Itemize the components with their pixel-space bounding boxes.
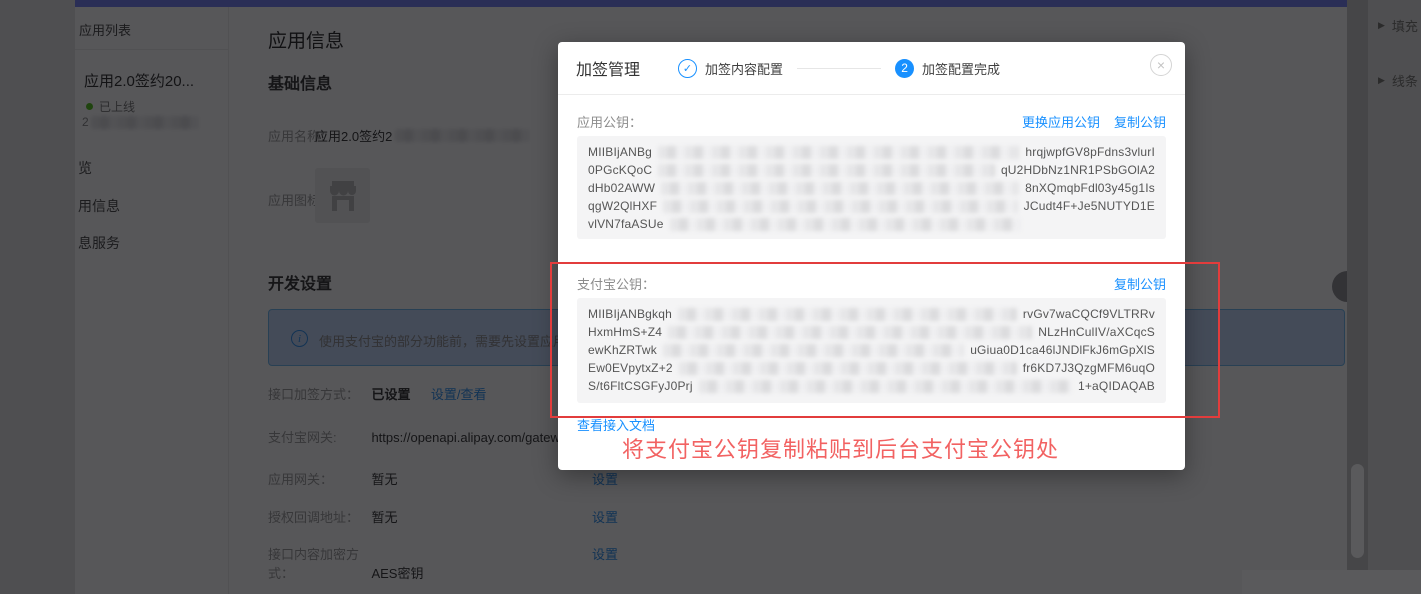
triangle-icon: ▶ bbox=[1378, 20, 1385, 30]
key-line: MIIBIjANBg hrqjwpfGV8pFdns3vlurI bbox=[588, 145, 1155, 159]
panel-section-fill[interactable]: ▶ 填充 bbox=[1378, 16, 1418, 35]
editor-canvas: 应用列表 应用2.0签约20... 已上线 2 览 用信息 息服务 应用信息 基… bbox=[0, 0, 1421, 594]
panel-line-label: 线条 bbox=[1391, 74, 1418, 89]
close-icon[interactable]: × bbox=[1150, 54, 1172, 76]
app-public-key-label: 应用公钥： bbox=[577, 115, 643, 130]
key-line: dHb02AWW 8nXQmqbFdl03y45g1Is bbox=[588, 181, 1155, 195]
red-annotation-text: 将支付宝公钥复制粘贴到后台支付宝公钥处 bbox=[622, 437, 1060, 462]
bottom-right-overlay bbox=[1242, 570, 1421, 594]
step2-label: 加签配置完成 bbox=[922, 61, 1001, 77]
copy-app-key-link[interactable]: 复制公钥 bbox=[1114, 112, 1166, 131]
step-connector bbox=[797, 67, 882, 69]
step-indicator: ✓ 加签内容配置 2 加签配置完成 bbox=[678, 58, 1001, 78]
key-line: 0PGcKQoC qU2HDbNz1NR1PSbGOlA2 bbox=[588, 163, 1155, 177]
triangle-icon: ▶ bbox=[1378, 75, 1385, 85]
key-line: vlVN7faASUe bbox=[588, 215, 1155, 233]
modal-title: 加签管理 bbox=[576, 62, 641, 79]
app-key-actions: 更换应用公钥 复制公钥 bbox=[1022, 112, 1166, 131]
step1-label: 加签内容配置 bbox=[705, 61, 784, 77]
editor-scrollbar[interactable] bbox=[1347, 0, 1368, 594]
blurred-key-segment bbox=[661, 181, 1020, 195]
key-line: qgW2QlHXF JCudt4F+Je5NUTYD1E bbox=[588, 199, 1155, 213]
blurred-key-segment bbox=[669, 217, 1022, 231]
panel-section-line[interactable]: ▶ 线条 bbox=[1378, 71, 1418, 90]
panel-fill-label: 填充 bbox=[1391, 19, 1418, 34]
step-done-check-icon: ✓ bbox=[678, 58, 698, 78]
replace-app-key-link[interactable]: 更换应用公钥 bbox=[1022, 112, 1100, 131]
app-public-key-box: MIIBIjANBg hrqjwpfGV8pFdns3vlurI 0PGcKQoC… bbox=[577, 136, 1166, 239]
blurred-key-segment bbox=[658, 145, 1020, 159]
blurred-key-segment bbox=[658, 163, 995, 177]
scrollbar-thumb[interactable] bbox=[1351, 464, 1364, 558]
annotation-rectangle bbox=[550, 262, 1220, 418]
step2-number-icon: 2 bbox=[895, 58, 915, 78]
modal-header: 加签管理 ✓ 加签内容配置 2 加签配置完成 × bbox=[558, 42, 1185, 95]
blurred-key-segment bbox=[663, 199, 1018, 213]
